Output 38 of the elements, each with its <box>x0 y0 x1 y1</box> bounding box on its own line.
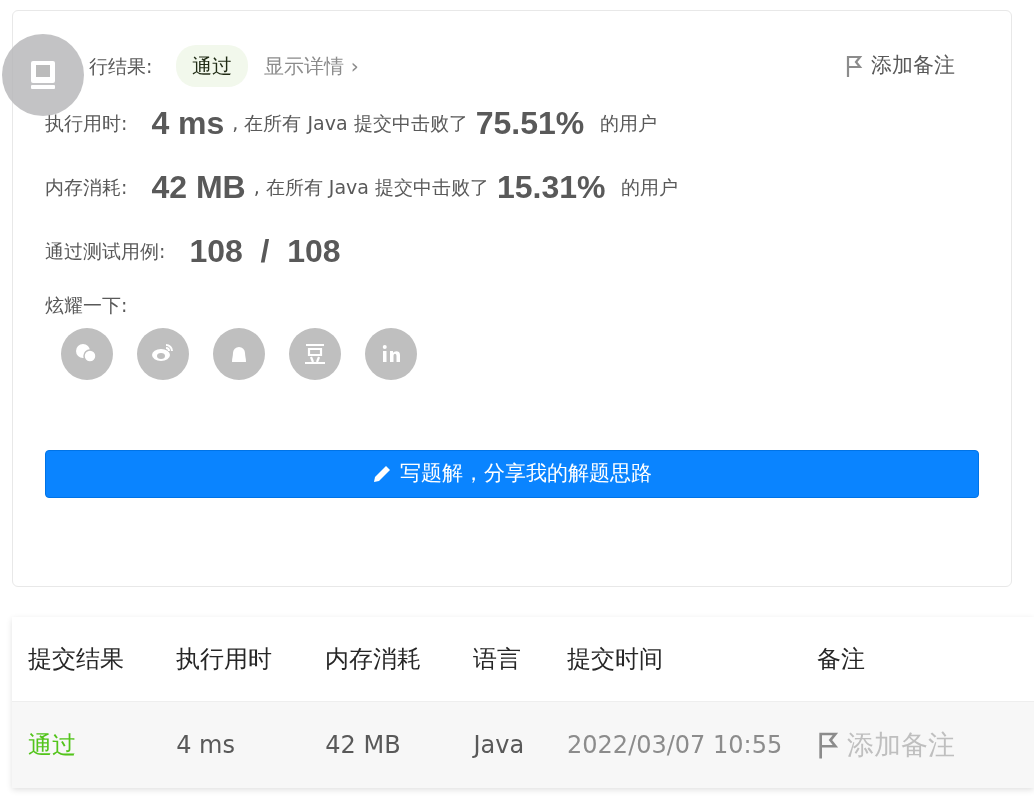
table-cell-text: Java <box>473 730 526 761</box>
share-button[interactable] <box>289 327 341 380</box>
share-button[interactable] <box>213 327 265 380</box>
tests-label: 通过测试用例: <box>45 238 166 264</box>
stat-text: 的用户 <box>621 174 679 200</box>
column-header: 提交时间 <box>567 644 665 675</box>
tests-value: 108 / 108 <box>189 232 341 271</box>
stat-percent: 75.51% <box>475 104 585 143</box>
column-header: 备注 <box>816 644 866 675</box>
details-link[interactable]: 显示详情 › <box>264 51 359 81</box>
table-cell-text: 通过 <box>28 730 77 761</box>
add-note-link[interactable]: 添加备注 <box>845 50 955 82</box>
column-header: 内存消耗 <box>325 644 423 675</box>
table-cell-text: 4 ms <box>176 730 236 761</box>
flag-icon <box>845 54 863 78</box>
stat-text: , 在所有 Java 提交中击败了 <box>232 110 468 136</box>
stat-text: 的用户 <box>600 110 658 136</box>
stat-label: 内存消耗: <box>45 174 128 200</box>
table-cell-text: 42 MB <box>325 730 402 761</box>
share-button[interactable] <box>365 327 417 380</box>
stat-value: 4 ms <box>151 104 225 143</box>
table-cell-text: 2022/03/07 10:55 <box>567 730 784 761</box>
stat-text: , 在所有 Java 提交中击败了 <box>253 174 489 200</box>
flag-icon <box>816 730 839 760</box>
column-header: 提交结果 <box>28 644 125 675</box>
stat-label: 执行用时: <box>45 110 128 136</box>
column-header: 执行用时 <box>176 644 274 675</box>
book-icon <box>29 59 57 91</box>
write-solution-button[interactable]: 写题解，分享我的解题思路 <box>45 449 979 498</box>
status-badge: 通过 <box>176 45 249 87</box>
result-label: 行结果: <box>89 53 153 79</box>
share-label: 炫耀一下: <box>45 293 129 318</box>
share-button[interactable] <box>137 327 189 380</box>
share-button[interactable] <box>61 327 113 380</box>
stat-percent: 15.31% <box>496 168 606 207</box>
column-header: 语言 <box>473 644 523 675</box>
pencil-icon <box>372 463 392 484</box>
stat-value: 42 MB <box>151 168 246 207</box>
